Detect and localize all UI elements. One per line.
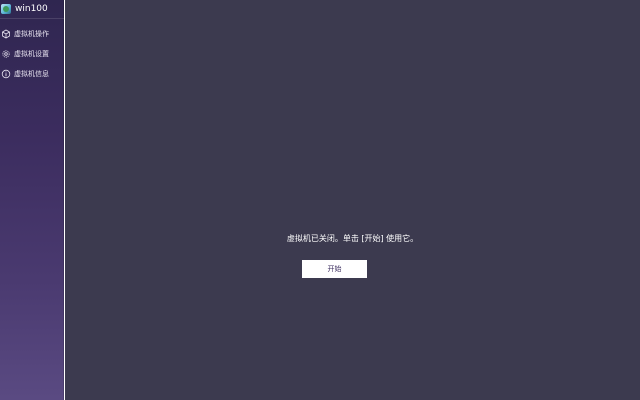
main-panel: 虚拟机已关闭。单击 [开始] 使用它。 开始 <box>65 0 640 400</box>
hyper-v-window: win100 虚拟机操作 虚拟机设置 虚拟机信息 虚拟机已关闭。单击 [开始] … <box>0 0 640 400</box>
sidebar-nav: 虚拟机操作 虚拟机设置 虚拟机信息 <box>0 24 64 84</box>
sidebar-item-vm-actions[interactable]: 虚拟机操作 <box>0 24 64 44</box>
vm-status-message: 虚拟机已关闭。单击 [开始] 使用它。 <box>286 234 419 243</box>
cube-icon <box>1 29 11 39</box>
sidebar-item-label: 虚拟机操作 <box>14 30 49 38</box>
sidebar-item-vm-settings[interactable]: 虚拟机设置 <box>0 44 64 64</box>
gear-icon <box>1 49 11 59</box>
sidebar-item-label: 虚拟机信息 <box>14 70 49 78</box>
sidebar-item-label: 虚拟机设置 <box>14 50 49 58</box>
info-icon <box>1 69 11 79</box>
vm-logo-icon <box>1 4 11 14</box>
sidebar: win100 虚拟机操作 虚拟机设置 虚拟机信息 <box>0 0 64 400</box>
vm-name: win100 <box>15 4 48 14</box>
sidebar-item-vm-info[interactable]: 虚拟机信息 <box>0 64 64 84</box>
vm-header[interactable]: win100 <box>0 0 64 19</box>
start-button[interactable]: 开始 <box>302 260 367 278</box>
